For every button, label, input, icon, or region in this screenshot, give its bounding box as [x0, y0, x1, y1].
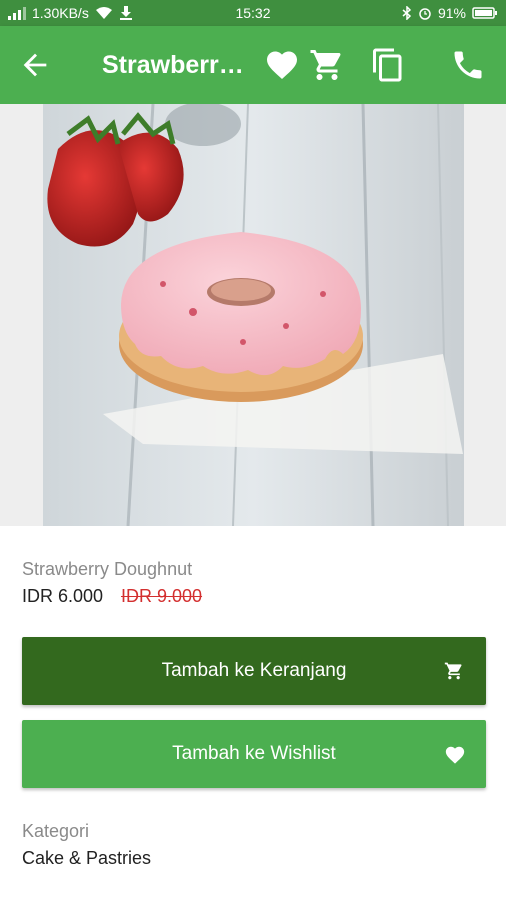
cart-icon[interactable] [309, 47, 345, 83]
add-to-wishlist-label: Tambah ke Wishlist [172, 743, 336, 764]
product-image-area [0, 104, 506, 526]
back-arrow-icon[interactable] [18, 48, 52, 82]
product-original-price: IDR 9.000 [121, 586, 203, 606]
app-bar: Strawberry Doughnut [0, 26, 506, 104]
product-name: Strawberry Doughnut [22, 559, 193, 579]
cart-icon [444, 662, 462, 680]
add-to-wishlist-button[interactable]: Tambah ke Wishlist [22, 720, 486, 788]
add-to-cart-button[interactable]: Tambah ke Keranjang [22, 637, 486, 705]
heart-icon [445, 746, 465, 764]
phone-icon[interactable] [450, 47, 486, 83]
product-photo [43, 104, 464, 526]
add-to-cart-label: Tambah ke Keranjang [161, 660, 347, 681]
copy-icon[interactable] [370, 47, 406, 83]
category-value[interactable]: Cake & Pastries [22, 848, 151, 869]
bluetooth-icon [402, 6, 412, 20]
alarm-icon [419, 8, 431, 20]
heart-icon[interactable] [264, 47, 300, 83]
product-price: IDR 6.000 [22, 586, 104, 606]
battery-icon [472, 7, 497, 19]
page-title: Strawberry Doughnut [102, 51, 250, 79]
status-bar: 1.30KB/s 15:32 91% [0, 0, 506, 26]
battery-percent: 91% [437, 5, 466, 21]
category-label: Kategori [22, 821, 90, 841]
